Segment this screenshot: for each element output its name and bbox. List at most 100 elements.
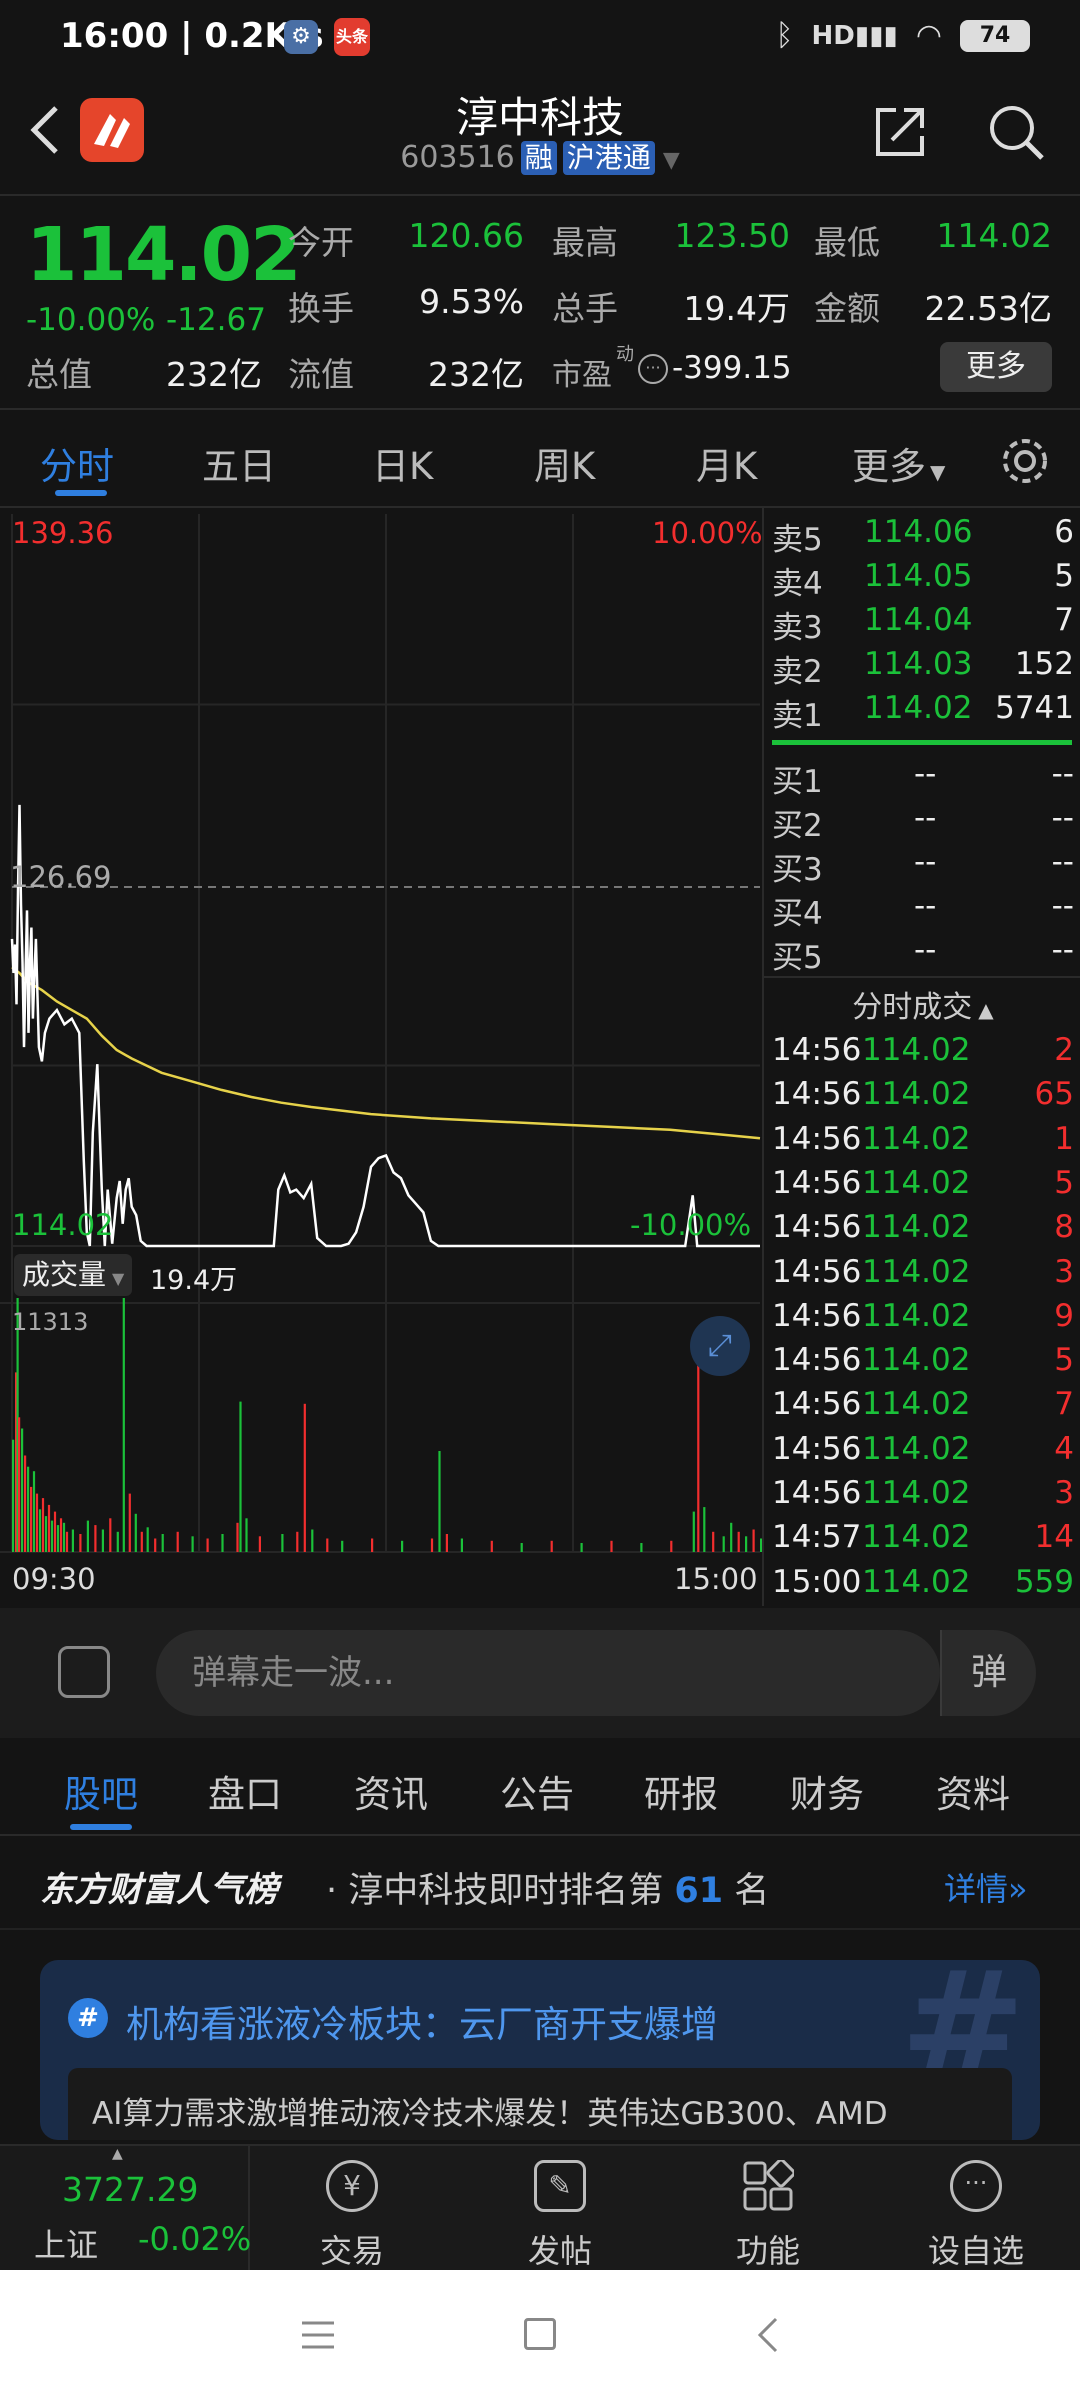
volume-bar	[146, 1527, 149, 1552]
turnover-value: 9.53%	[419, 282, 524, 321]
tab-pankou[interactable]: 盘口	[208, 1764, 282, 1818]
tab-announcements[interactable]: 公告	[500, 1764, 574, 1818]
rank-suffix: 名	[734, 1871, 770, 1911]
toutiao-badge-icon: 头条	[334, 18, 370, 56]
more-quote-button[interactable]: 更多	[940, 342, 1052, 392]
tab-guba[interactable]: 股吧	[64, 1764, 138, 1818]
dropdown-icon[interactable]: ▼	[663, 148, 680, 173]
trade-price: 114.02	[862, 1563, 971, 1600]
rank-brand: 东方财富人气榜	[40, 1870, 278, 1910]
ask-level: 卖5	[772, 522, 823, 558]
bid-price: --	[914, 800, 937, 836]
ask-qty: 6	[1054, 514, 1074, 550]
tab-monthly-k[interactable]: 月K	[696, 436, 757, 490]
tab-weekly-k[interactable]: 周K	[534, 436, 595, 490]
bid-price: --	[914, 756, 937, 792]
topic-card[interactable]: # # 机构看涨液冷板块：云厂商开支爆增 AI算力需求激增推动液冷技术爆发！英伟…	[40, 1960, 1040, 2140]
index-change: -0.02%	[138, 2220, 252, 2258]
volume-bar	[737, 1531, 740, 1552]
menu-icon[interactable]	[302, 2320, 334, 2350]
danmu-input[interactable]: 弹幕走一波...	[156, 1630, 940, 1716]
ask-row[interactable]: 卖2 114.03 152	[764, 646, 1080, 690]
volume-bar	[752, 1529, 755, 1552]
bid-row[interactable]: 买5 -- --	[764, 932, 1080, 976]
nav-post[interactable]: ✎ 发帖	[460, 2146, 660, 2272]
volume-bar	[703, 1507, 706, 1552]
trade-qty: 4	[1054, 1430, 1074, 1467]
trade-time: 14:56	[772, 1475, 862, 1511]
nav-functions[interactable]: 功能	[668, 2146, 868, 2272]
volume-bar	[21, 1428, 24, 1552]
trade-row: 14:56 114.02 5	[764, 1342, 1080, 1386]
trade-time: 14:56	[772, 1209, 862, 1246]
trade-price: 114.02	[862, 1209, 971, 1246]
chart-canvas	[0, 514, 763, 1553]
amount-label: 金额	[814, 289, 880, 328]
ask-row[interactable]: 卖5 114.06 6	[764, 514, 1080, 558]
ask-row[interactable]: 卖1 114.02 5741	[764, 690, 1080, 734]
trades-header[interactable]: 分时成交 ▲	[764, 982, 1080, 1026]
trade-time: 14:56	[772, 1386, 862, 1423]
open-value: 120.66	[408, 216, 524, 255]
volume-indicator-select[interactable]: 成交量 ▼	[14, 1254, 133, 1296]
ask-row[interactable]: 卖3 114.04 7	[764, 602, 1080, 646]
volume-bar	[692, 1511, 695, 1552]
intraday-chart[interactable]: 139.36 10.00% 126.69 114.02 -10.00% 成交量 ▼…	[0, 508, 763, 1606]
time-axis-start: 09:30	[12, 1562, 96, 1596]
back-nav-icon[interactable]	[756, 2316, 780, 2354]
nav-trade[interactable]: ¥ 交易	[252, 2146, 452, 2272]
trade-row: 14:56 114.02 1	[764, 1121, 1080, 1165]
home-icon[interactable]	[524, 2318, 556, 2350]
tab-research[interactable]: 研报	[644, 1764, 718, 1818]
volume-bar	[53, 1511, 57, 1552]
share-icon[interactable]	[870, 102, 930, 162]
caret-down-icon: ▼	[112, 1269, 125, 1288]
bid-price: --	[914, 888, 937, 924]
ask-level: 卖1	[772, 698, 823, 734]
nav-post-label: 发帖	[527, 2232, 592, 2270]
danmu-settings-icon[interactable]	[58, 1646, 110, 1698]
gear-icon[interactable]	[998, 434, 1052, 488]
stock-code: 603516	[400, 140, 515, 175]
trade-qty: 3	[1054, 1253, 1074, 1290]
danmu-send-button[interactable]: 弹	[940, 1630, 1036, 1716]
volume-bar	[30, 1486, 33, 1552]
tab-more[interactable]: 更多 ▼	[852, 436, 945, 490]
volume-bar	[258, 1536, 261, 1552]
trade-price: 114.02	[862, 1475, 971, 1511]
trade-price: 114.02	[862, 1120, 971, 1157]
settings-badge-icon: ⚙	[284, 20, 318, 54]
info-icon[interactable]: ···	[638, 354, 668, 384]
index-name: 上证	[34, 2226, 99, 2264]
volume-bar	[303, 1403, 306, 1552]
volume-bar	[154, 1538, 157, 1552]
volume-bar	[24, 1455, 27, 1552]
tab-five-day[interactable]: 五日	[202, 436, 276, 490]
volume-bar	[94, 1525, 97, 1552]
expand-icon[interactable]: ⤢	[690, 1316, 750, 1376]
tab-intraday[interactable]: 分时	[40, 436, 114, 490]
bid-row[interactable]: 买1 -- --	[764, 756, 1080, 800]
tab-daily-k[interactable]: 日K	[372, 436, 433, 490]
volume-bar	[438, 1451, 441, 1552]
pe-superscript: 动	[616, 344, 634, 365]
index-widget[interactable]: ▲ 3727.29 上证 -0.02%	[0, 2146, 252, 2272]
nav-add-watchlist[interactable]: ··· 设自选	[876, 2146, 1076, 2272]
bid-row[interactable]: 买3 -- --	[764, 844, 1080, 888]
search-icon[interactable]	[984, 100, 1048, 164]
trade-price: 114.02	[862, 1164, 971, 1201]
index-up-caret-icon: ▲	[112, 2146, 123, 2162]
volume-bar	[326, 1538, 329, 1552]
bid-row[interactable]: 买4 -- --	[764, 888, 1080, 932]
ask-row[interactable]: 卖4 114.05 5	[764, 558, 1080, 602]
rank-detail-link[interactable]: 详情»	[944, 1864, 1028, 1910]
tab-finance[interactable]: 财务	[790, 1764, 864, 1818]
bid-row[interactable]: 买2 -- --	[764, 800, 1080, 844]
volume-bar	[79, 1534, 82, 1552]
tab-profile[interactable]: 资料	[936, 1764, 1010, 1818]
volume-bar	[176, 1531, 179, 1552]
popularity-rank[interactable]: 东方财富人气榜 · 淳中科技即时排名第 61 名 详情»	[0, 1838, 1080, 1930]
tab-news[interactable]: 资讯	[354, 1764, 428, 1818]
trade-price: 114.02	[862, 1032, 971, 1068]
trade-row: 14:56 114.02 5	[764, 1165, 1080, 1209]
